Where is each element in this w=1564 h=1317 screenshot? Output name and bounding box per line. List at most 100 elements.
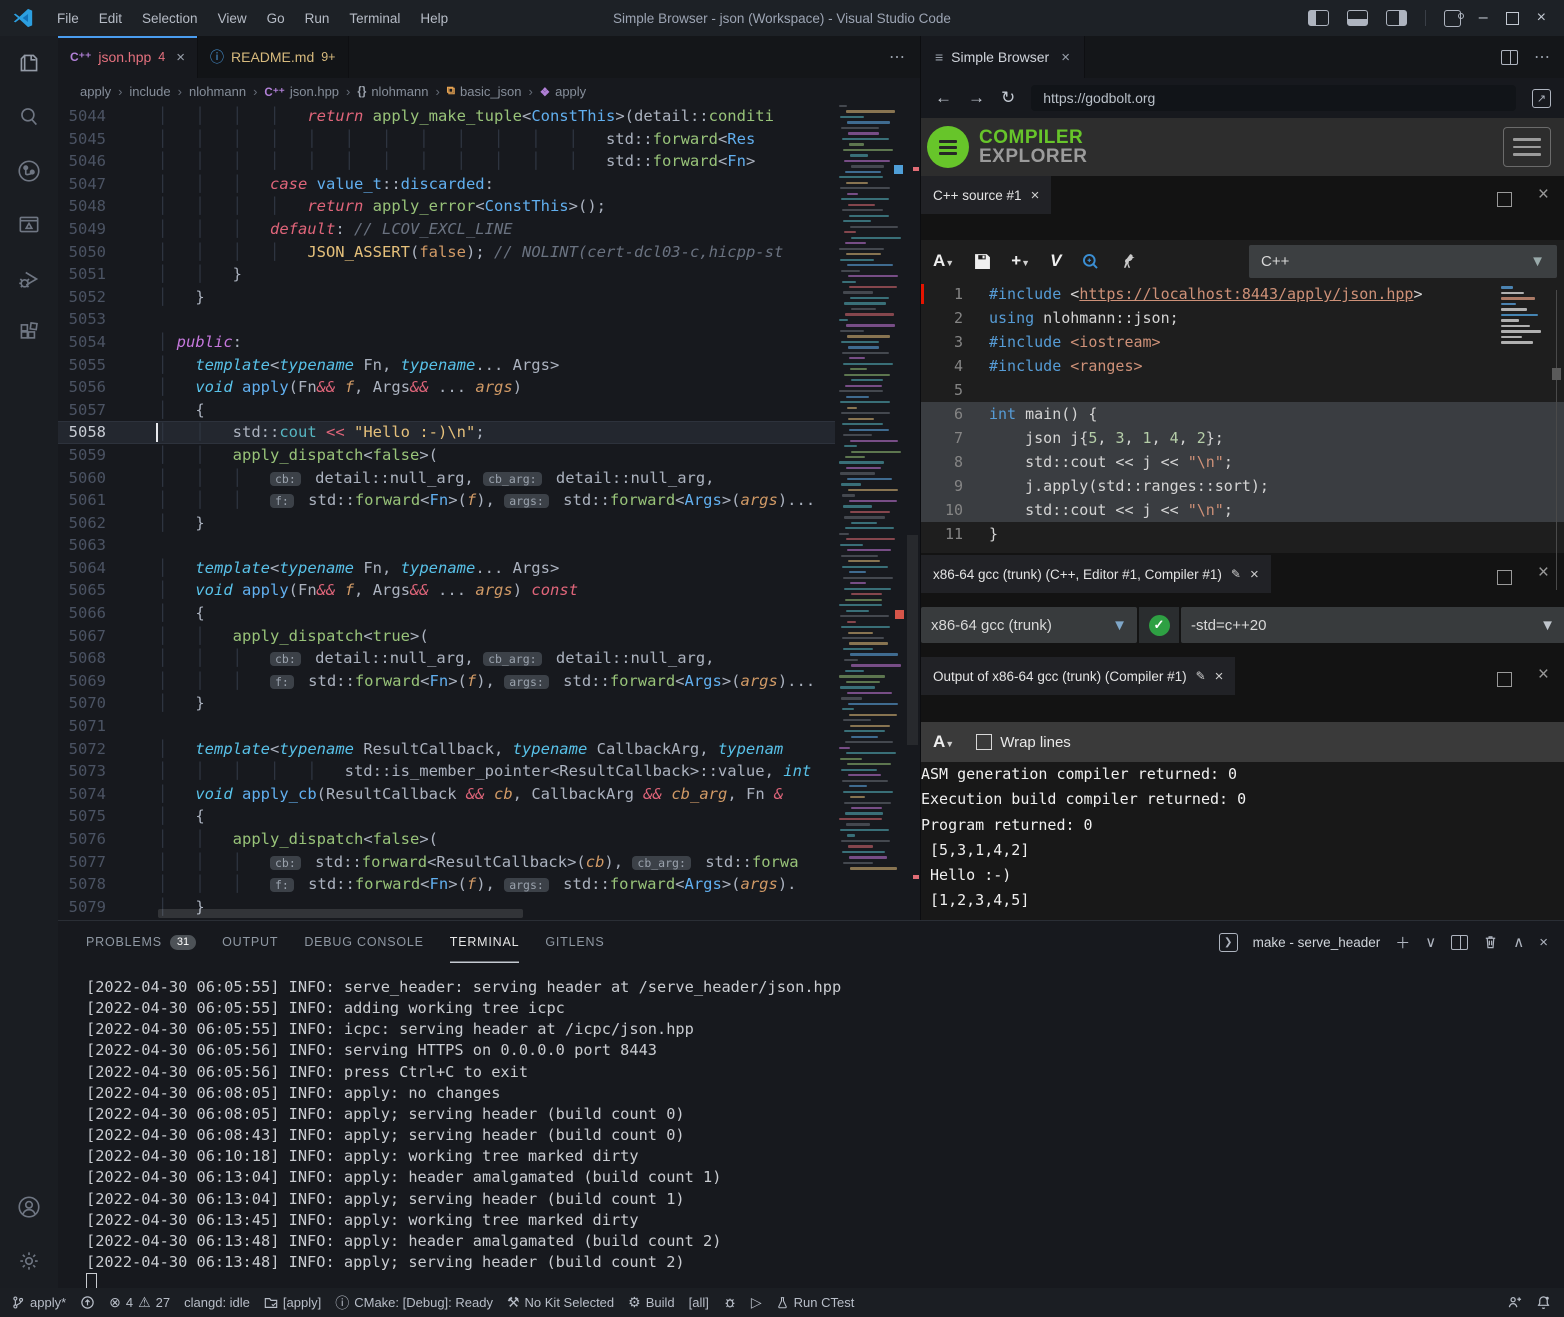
code-line[interactable]: 5047│ │ │ case value_t::discarded: xyxy=(58,173,835,196)
code-line[interactable]: 5054│ public: xyxy=(58,331,835,354)
explorer-icon[interactable] xyxy=(0,36,58,90)
line-number[interactable]: 5063 xyxy=(58,534,106,557)
problems-item[interactable]: ⊗4 ⚠27 xyxy=(102,1294,177,1311)
code-line[interactable]: 5046│ │ │ │ │ │ │ │ │ │ │ │ std::forward… xyxy=(58,150,835,173)
panel-tab-problems[interactable]: PROBLEMS31 xyxy=(86,921,196,963)
line-number[interactable]: 5048 xyxy=(58,195,106,218)
ce-source-line[interactable]: 9 j.apply(std::ranges::sort); xyxy=(921,474,1564,498)
line-number[interactable]: 5060 xyxy=(58,467,106,490)
clangd-status-item[interactable]: clangd: idle xyxy=(177,1295,257,1310)
settings-gear-icon[interactable] xyxy=(0,1234,58,1288)
breadcrumb[interactable]: apply›include›nlohmann›C⁺⁺json.hpp›{}nlo… xyxy=(58,78,920,105)
back-icon[interactable]: ← xyxy=(935,88,952,108)
terminal-title[interactable]: make - serve_header xyxy=(1253,935,1381,950)
ce-source-line[interactable]: 7 json j{5, 3, 1, 4, 2}; xyxy=(921,426,1564,450)
vertical-scrollbar[interactable] xyxy=(905,105,920,920)
hamburger-menu-icon[interactable] xyxy=(1503,127,1551,167)
code-line[interactable]: 5058│ │ std::cout << "Hello :-)\n"; xyxy=(58,421,835,444)
line-number[interactable]: 5051 xyxy=(58,263,106,286)
tab-readme-md[interactable]: ⓘ README.md 9+ xyxy=(198,36,349,78)
rename-pane-icon[interactable]: ✎ xyxy=(1231,567,1241,581)
close-tab-icon[interactable]: × xyxy=(1061,49,1070,66)
minimize-button[interactable]: – xyxy=(1479,9,1488,27)
ce-source-line[interactable]: 5 xyxy=(921,378,1564,402)
account-icon[interactable] xyxy=(0,1180,58,1234)
insights-icon[interactable] xyxy=(1081,252,1100,271)
tab-simple-browser[interactable]: ≡ Simple Browser × xyxy=(921,36,1085,78)
code-line[interactable]: 5044│ │ │ │ return apply_make_tuple<Cons… xyxy=(58,105,835,128)
code-line[interactable]: 5070│ } xyxy=(58,692,835,715)
maximize-button[interactable] xyxy=(1506,12,1519,25)
toggle-secondary-sidebar-icon[interactable] xyxy=(1386,10,1407,26)
menu-item-go[interactable]: Go xyxy=(258,7,294,30)
compiler-options-input[interactable]: -std=c++20▼ xyxy=(1181,607,1564,643)
notifications-item[interactable] xyxy=(1529,1295,1558,1310)
code-line[interactable]: 5075│ { xyxy=(58,805,835,828)
breadcrumb-item-basic-json[interactable]: ⧉basic_json xyxy=(447,84,522,99)
ce-source-line[interactable]: 10 std::cout << j << "\n"; xyxy=(921,498,1564,522)
ctest-item[interactable]: Run CTest xyxy=(769,1295,862,1310)
line-number[interactable]: 5057 xyxy=(58,399,106,422)
line-number[interactable]: 5044 xyxy=(58,105,106,128)
kit-item[interactable]: ⚒ No Kit Selected xyxy=(500,1294,621,1311)
maximize-pane-icon[interactable] xyxy=(1497,192,1512,207)
cmake-panel-icon[interactable] xyxy=(0,198,58,252)
code-line[interactable]: 5053 xyxy=(58,308,835,331)
menu-item-file[interactable]: File xyxy=(48,7,88,30)
close-pane-icon[interactable]: × xyxy=(1250,566,1259,583)
line-number[interactable]: 5045 xyxy=(58,128,106,151)
publish-item[interactable] xyxy=(73,1295,102,1310)
line-number[interactable]: 5062 xyxy=(58,512,106,535)
code-line[interactable]: 5076│ │ apply_dispatch<false>( xyxy=(58,828,835,851)
line-number[interactable]: 5078 xyxy=(58,873,106,896)
code-line[interactable]: 5060│ │ │ cb: detail::null_arg, cb_arg: … xyxy=(58,467,835,490)
close-pane-icon[interactable]: × xyxy=(1215,668,1224,685)
compiler-select[interactable]: x86-64 gcc (trunk)▼ xyxy=(921,607,1137,643)
split-terminal-icon[interactable] xyxy=(1451,935,1468,950)
terminal-dropdown-icon[interactable]: ∨ xyxy=(1425,933,1436,951)
code-line[interactable]: 5055│ template<typename Fn, typename... … xyxy=(58,354,835,377)
close-window-button[interactable]: × xyxy=(1537,9,1546,27)
menu-item-view[interactable]: View xyxy=(209,7,256,30)
code-line[interactable]: 5050│ │ │ │ JSON_ASSERT(false); // NOLIN… xyxy=(58,241,835,264)
vim-mode-icon[interactable]: V xyxy=(1050,251,1061,271)
toggle-panel-icon[interactable] xyxy=(1347,10,1368,26)
code-line[interactable]: 5073│ │ │ │ │ std::is_member_pointer<Res… xyxy=(58,760,835,783)
line-number[interactable]: 5046 xyxy=(58,150,106,173)
rename-pane-icon[interactable]: ✎ xyxy=(1196,669,1206,683)
git-branch-item[interactable]: apply* xyxy=(4,1295,73,1310)
line-number[interactable]: 5049 xyxy=(58,218,106,241)
feedback-item[interactable] xyxy=(1500,1295,1529,1310)
build-item[interactable]: ⚙ Build xyxy=(621,1294,681,1311)
maximize-panel-icon[interactable]: ∧ xyxy=(1513,933,1524,951)
font-size-icon[interactable]: A▼ xyxy=(933,251,954,271)
line-number[interactable]: 5067 xyxy=(58,625,106,648)
terminal-output[interactable]: [2022-04-30 06:05:55] INFO: serve_header… xyxy=(86,977,1554,1283)
close-tab-icon[interactable]: × xyxy=(176,49,185,66)
add-pane-icon[interactable]: +▼ xyxy=(1011,251,1030,271)
panel-tab-output[interactable]: OUTPUT xyxy=(222,921,278,963)
build-target-item[interactable]: [all] xyxy=(682,1295,716,1310)
source-control-icon[interactable] xyxy=(0,144,58,198)
breadcrumb-item-nlohmann[interactable]: {}nlohmann xyxy=(357,84,428,99)
panel-tab-terminal[interactable]: TERMINAL xyxy=(450,921,520,963)
maximize-pane-icon[interactable] xyxy=(1497,672,1512,687)
line-number[interactable]: 5064 xyxy=(58,557,106,580)
line-number[interactable]: 5079 xyxy=(58,896,106,919)
split-editor-icon[interactable] xyxy=(1501,50,1518,65)
code-line[interactable]: 5048│ │ │ │ return apply_error<ConstThis… xyxy=(58,195,835,218)
open-external-icon[interactable]: ↗ xyxy=(1532,89,1551,108)
code-line[interactable]: 5066│ { xyxy=(58,602,835,625)
panel-tab-gitlens[interactable]: GITLENS xyxy=(545,921,604,963)
line-number[interactable]: 5052 xyxy=(58,286,106,309)
breadcrumb-item-json-hpp[interactable]: C⁺⁺json.hpp xyxy=(264,84,339,99)
kill-terminal-icon[interactable] xyxy=(1483,934,1498,950)
code-line[interactable]: 5064│ template<typename Fn, typename... … xyxy=(58,557,835,580)
code-editor[interactable]: 5044│ │ │ │ return apply_make_tuple<Cons… xyxy=(58,105,920,920)
compiler-explorer-logo-icon[interactable] xyxy=(927,126,969,168)
program-output[interactable]: ASM generation compiler returned: 0Execu… xyxy=(921,762,1564,920)
cmake-status-item[interactable]: ⓘ CMake: [Debug]: Ready xyxy=(328,1293,500,1313)
line-number[interactable]: 5055 xyxy=(58,354,106,377)
line-number[interactable]: 5054 xyxy=(58,331,106,354)
horizontal-scrollbar[interactable] xyxy=(158,909,523,918)
